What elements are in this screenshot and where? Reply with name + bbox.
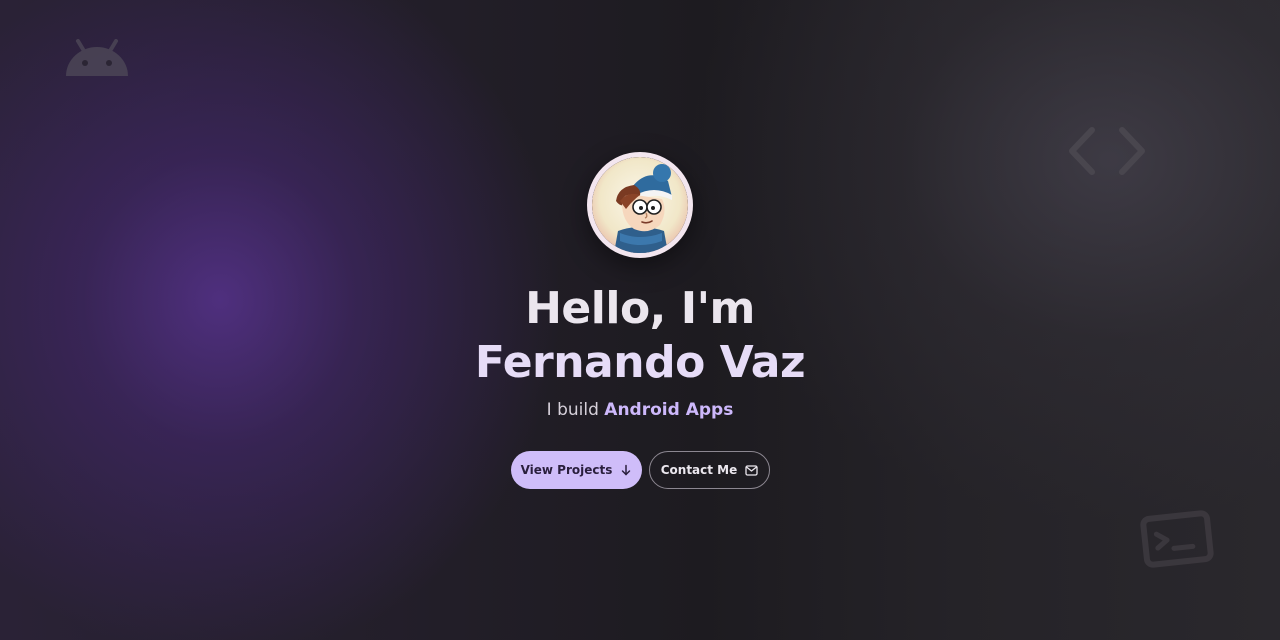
hero-section: Hello, I'm Fernando Vaz I build Android … bbox=[0, 0, 1280, 640]
subtitle-highlight: Android Apps bbox=[604, 400, 734, 420]
arrow-down-icon bbox=[620, 464, 632, 476]
contact-me-label: Contact Me bbox=[660, 463, 738, 477]
view-projects-button[interactable]: View Projects bbox=[511, 451, 642, 489]
subtitle-prefix: I build bbox=[546, 400, 599, 420]
avatar-image bbox=[592, 157, 688, 253]
mail-icon bbox=[745, 464, 758, 476]
hero-greeting: Hello, I'm bbox=[525, 283, 755, 334]
avatar bbox=[587, 152, 693, 258]
view-projects-label: View Projects bbox=[520, 463, 613, 477]
contact-me-button[interactable]: Contact Me bbox=[649, 451, 770, 489]
hero-name: Fernando Vaz bbox=[474, 337, 806, 388]
hero-subtitle: I build Android Apps bbox=[0, 398, 1280, 422]
